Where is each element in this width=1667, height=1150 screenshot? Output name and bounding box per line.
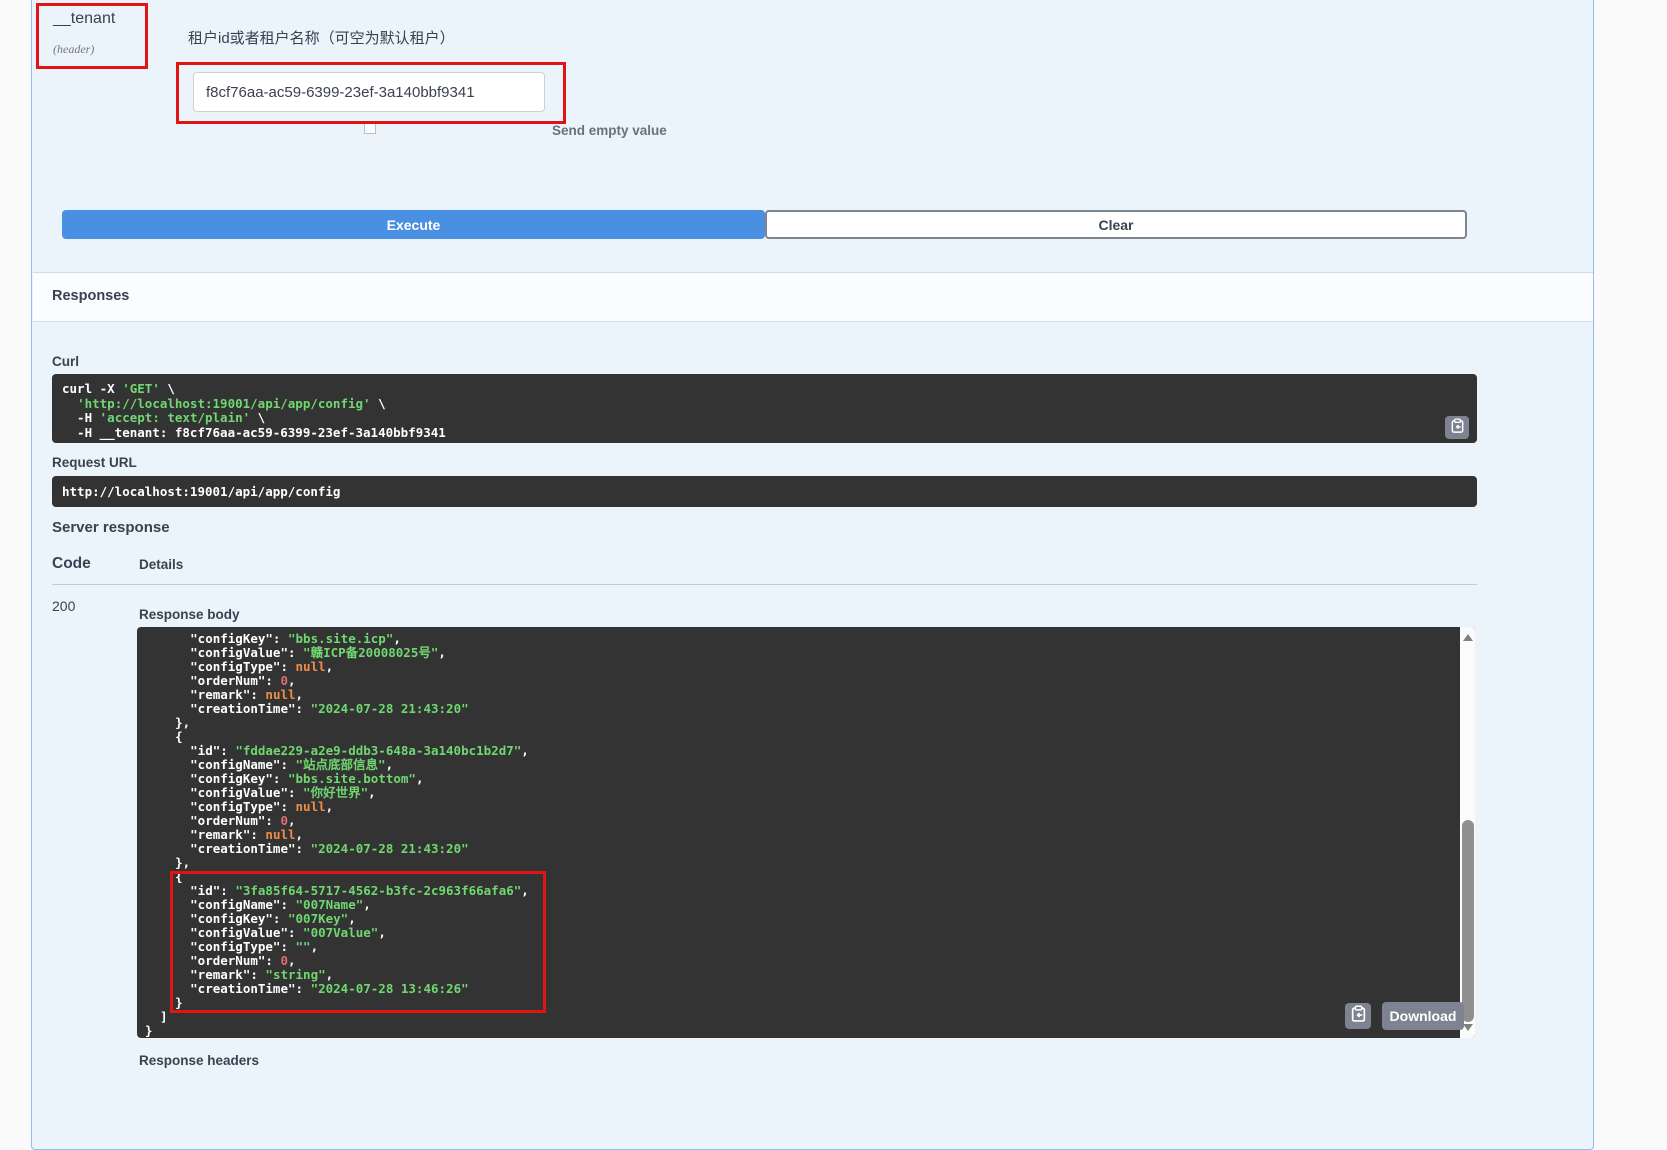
annotation-box-tenant-input xyxy=(176,62,566,124)
execute-button[interactable]: Execute xyxy=(62,210,765,239)
clear-button[interactable]: Clear xyxy=(765,210,1467,239)
response-body-label: Response body xyxy=(139,607,240,622)
annotation-box-response-item xyxy=(170,871,546,1013)
curl-copy-button[interactable] xyxy=(1445,416,1469,439)
request-url-value: http://localhost:19001/api/app/config xyxy=(52,476,1477,507)
scrollbar-thumb[interactable] xyxy=(1462,820,1474,1022)
table-divider xyxy=(52,584,1477,585)
responses-section-header xyxy=(33,272,1593,322)
response-copy-button[interactable] xyxy=(1345,1003,1371,1029)
clipboard-copy-icon xyxy=(1450,418,1465,438)
triangle-down-icon[interactable] xyxy=(1463,1024,1473,1031)
response-body-scrollbar[interactable] xyxy=(1460,627,1475,1038)
request-url-label: Request URL xyxy=(52,455,137,470)
clipboard-copy-icon xyxy=(1350,1005,1367,1027)
response-headers-label: Response headers xyxy=(139,1053,259,1068)
download-button[interactable]: Download xyxy=(1382,1002,1464,1030)
send-empty-value-label: Send empty value xyxy=(552,123,667,138)
curl-label: Curl xyxy=(52,354,79,369)
details-column-header: Details xyxy=(139,557,183,572)
swagger-operation-panel: __tenant (header) 租户id或者租户名称（可空为默认租户） Se… xyxy=(0,0,1667,1140)
curl-code-block: curl -X 'GET' \ 'http://localhost:19001/… xyxy=(52,374,1477,443)
responses-title: Responses xyxy=(52,288,129,304)
parameter-description: 租户id或者租户名称（可空为默认租户） xyxy=(188,27,455,48)
code-column-header: Code xyxy=(52,555,91,573)
status-code: 200 xyxy=(52,598,75,614)
annotation-box-tenant-param xyxy=(36,3,148,69)
triangle-up-icon[interactable] xyxy=(1463,634,1473,641)
server-response-label: Server response xyxy=(52,519,170,536)
